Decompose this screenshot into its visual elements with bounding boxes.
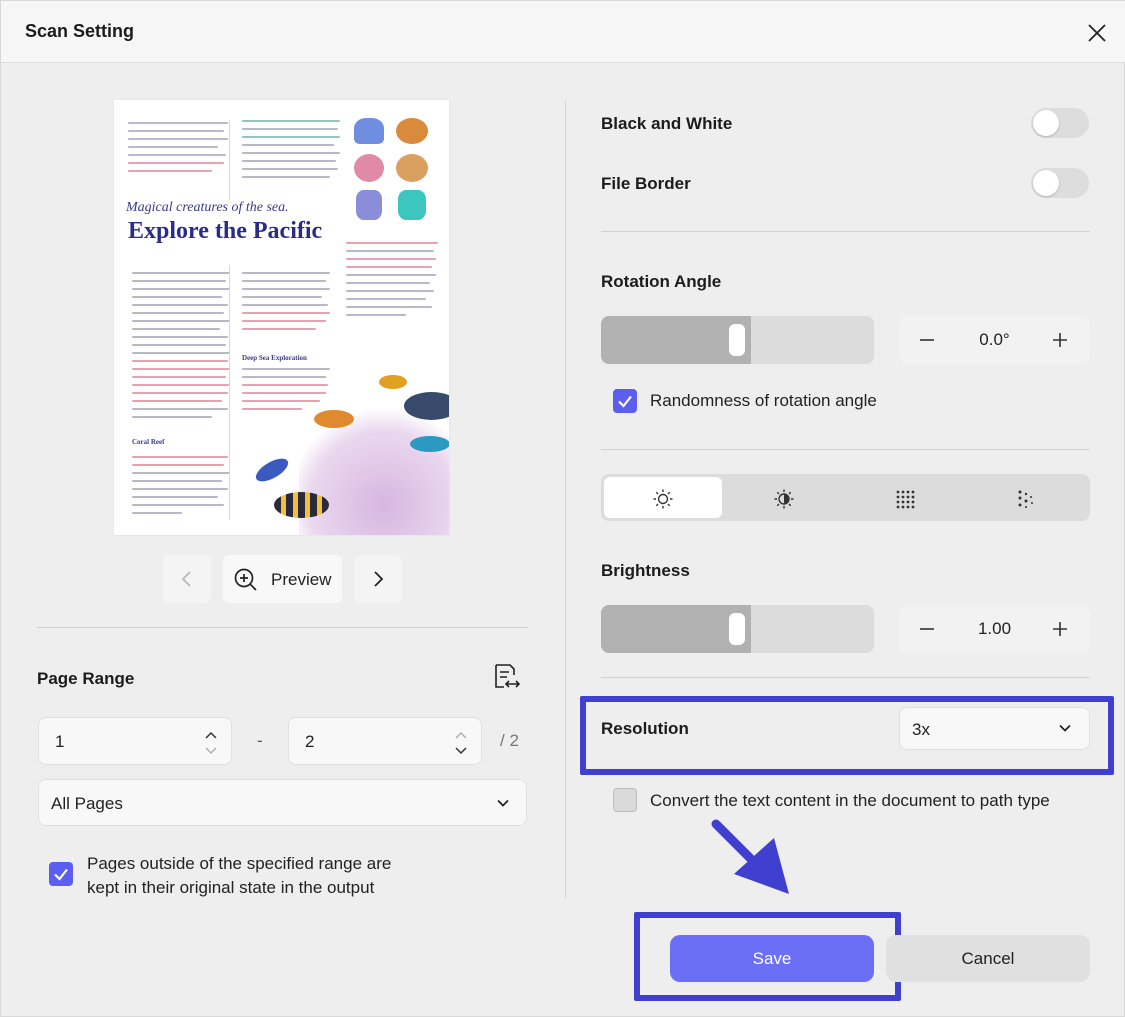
page-scope-value: All Pages [51,794,123,813]
black-white-label: Black and White [601,114,733,133]
keep-outside-label-line1: Pages outside of the specified range are [87,854,392,873]
document-preview: Magical creatures of the sea. Explore th… [114,100,449,535]
page-from-stepper[interactable]: 1 [38,717,232,765]
close-icon[interactable] [1081,17,1113,49]
black-white-toggle[interactable] [1031,108,1089,138]
convert-path-label: Convert the text content in the document… [650,791,1050,810]
page-to-arrows-icon[interactable] [453,726,469,758]
preview-button[interactable]: Preview [223,555,342,603]
divider [601,449,1090,450]
checkmark-icon [54,868,68,881]
tab-brightness[interactable] [604,477,722,518]
resolution-highlight-box [580,696,1114,775]
dialog-title: Scan Setting [25,21,135,41]
sharpness-icon [896,490,915,509]
file-border-label: File Border [601,174,691,193]
title-bar: Scan Setting [1,1,1125,63]
column-divider [565,101,566,898]
tab-noise[interactable] [967,477,1085,518]
convert-path-checkbox[interactable] [613,788,637,812]
document-heading-coral: Coral Reef [132,438,165,446]
tab-contrast[interactable] [725,477,843,518]
scan-setting-dialog: Scan Setting Magical creatures of the se… [0,0,1125,1017]
plus-icon[interactable] [1044,324,1076,356]
brightness-label: Brightness [601,561,690,580]
document-subtitle: Magical creatures of the sea. [126,200,289,215]
zoom-in-icon [234,568,257,591]
previous-page-button[interactable] [163,555,211,603]
contrast-icon [774,489,794,509]
noise-icon [1018,490,1033,508]
rotation-angle-stepper: 0.0° [899,316,1090,364]
brightness-icon [653,489,673,509]
rotation-angle-label: Rotation Angle [601,272,722,291]
keep-outside-label-line2: kept in their original state in the outp… [87,878,375,897]
randomness-checkbox[interactable] [613,389,637,413]
document-title: Explore the Pacific [128,218,323,244]
tab-sharpness[interactable] [846,477,964,518]
preview-label: Preview [271,570,332,589]
keep-outside-checkbox[interactable] [49,862,73,886]
range-separator: - [257,731,263,750]
brightness-slider-thumb[interactable] [729,613,745,645]
page-scope-dropdown[interactable]: All Pages [38,779,527,826]
file-border-toggle[interactable] [1031,168,1089,198]
adjustment-tabs [601,474,1090,521]
cancel-button[interactable]: Cancel [886,935,1090,982]
rotation-angle-slider[interactable] [601,316,874,364]
document-heading-deep-sea: Deep Sea Exploration [242,354,307,362]
brightness-slider[interactable] [601,605,874,653]
page-range-swap-icon[interactable] [489,661,521,693]
page-to-value: 2 [305,732,315,751]
divider [37,627,528,628]
page-to-stepper[interactable]: 2 [288,717,482,765]
divider [601,677,1090,678]
brightness-stepper: 1.00 [899,605,1090,653]
randomness-label: Randomness of rotation angle [650,391,877,410]
rotation-slider-thumb[interactable] [729,324,745,356]
checkmark-icon [618,395,632,408]
plus-icon[interactable] [1044,613,1076,645]
divider [601,231,1090,232]
page-total: / 2 [500,731,519,750]
page-range-label: Page Range [37,669,135,688]
chevron-down-icon [497,799,509,807]
page-from-value: 1 [55,732,65,751]
pointer-arrow-icon [711,819,789,894]
save-highlight-box [634,912,901,1001]
next-page-button[interactable] [354,555,402,603]
page-from-arrows-icon[interactable] [203,726,219,758]
